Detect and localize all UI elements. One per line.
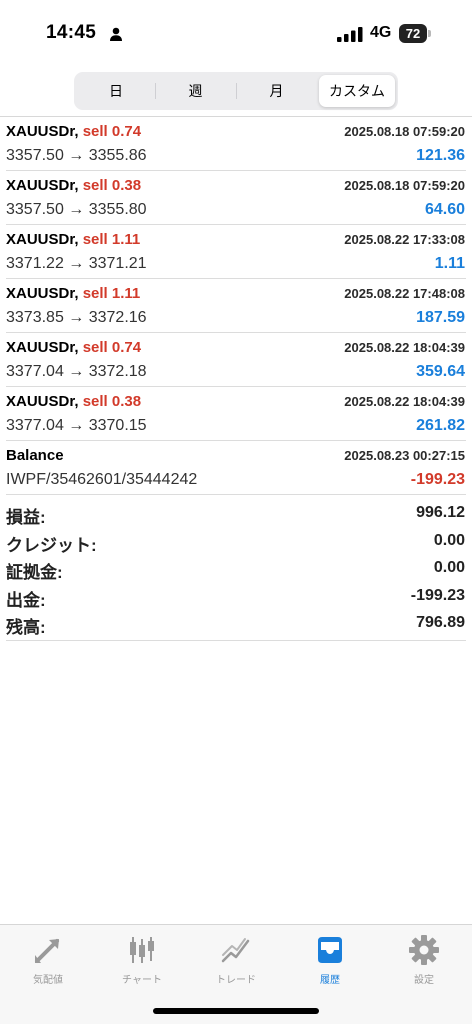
summary-section: 損益: 996.12 クレジット: 0.00 証拠金: 0.00 出金: -19… bbox=[0, 499, 472, 640]
status-time: 14:45 bbox=[46, 22, 97, 43]
trade-time: 2025.08.22 18:04:39 bbox=[344, 394, 465, 409]
trade-profit: 261.82 bbox=[416, 417, 465, 434]
trade-icon bbox=[221, 938, 250, 963]
trade-row[interactable]: XAUUSDr, sell 0.38 2025.08.22 18:04:39 3… bbox=[0, 387, 472, 441]
summary-label: 残高: bbox=[6, 618, 46, 637]
trade-symbol: XAUUSDr, sell 0.38 bbox=[6, 177, 142, 194]
network-label: 4G bbox=[370, 24, 392, 41]
signal-icon bbox=[337, 27, 363, 42]
trade-side: sell 0.74 bbox=[82, 339, 142, 356]
summary-label: 出金: bbox=[6, 590, 46, 610]
trade-prices: 3357.50 → 3355.86 bbox=[6, 147, 147, 164]
trade-side: sell 1.11 bbox=[82, 231, 141, 248]
summary-row-balance: 残高: 796.89 bbox=[0, 609, 472, 637]
trade-time: 2025.08.22 17:33:08 bbox=[344, 232, 465, 247]
summary-value: 0.00 bbox=[433, 559, 465, 576]
history-icon bbox=[318, 937, 342, 963]
status-bar: 14:45 4G 72 bbox=[0, 0, 472, 70]
trade-row[interactable]: XAUUSDr, sell 0.38 2025.08.18 07:59:20 3… bbox=[0, 171, 472, 225]
balance-amount: -199.23 bbox=[410, 471, 465, 488]
trade-prices: 3357.50 → 3355.80 bbox=[6, 201, 147, 218]
chart-icon bbox=[130, 937, 154, 963]
tab-month[interactable]: 月 bbox=[236, 75, 317, 107]
summary-value: -199.23 bbox=[410, 586, 465, 604]
trade-time: 2025.08.22 18:04:39 bbox=[344, 340, 465, 355]
tab-custom[interactable]: カスタム bbox=[319, 75, 395, 107]
balance-time: 2025.08.23 00:27:15 bbox=[344, 448, 465, 463]
summary-row-profit: 損益: 996.12 bbox=[0, 499, 472, 527]
tab-chart[interactable]: チャート bbox=[95, 931, 189, 991]
summary-divider bbox=[6, 640, 466, 641]
trade-symbol: XAUUSDr, sell 1.11 bbox=[6, 231, 141, 248]
person-icon bbox=[110, 27, 122, 41]
tab-label: チャート bbox=[122, 975, 162, 986]
trade-side: sell 0.38 bbox=[82, 393, 142, 410]
balance-label: Balance bbox=[6, 447, 64, 464]
trade-profit: 121.36 bbox=[416, 147, 465, 164]
trade-prices: 3371.22 → 3371.21 bbox=[6, 255, 147, 272]
balance-row[interactable]: Balance 2025.08.23 00:27:15 IWPF/3546260… bbox=[0, 441, 472, 495]
trade-side: sell 0.38 bbox=[82, 177, 142, 194]
summary-label: 証拠金: bbox=[6, 563, 63, 582]
battery-icon: 72 bbox=[399, 24, 431, 43]
summary-row-margin: 証拠金: 0.00 bbox=[0, 554, 472, 582]
tab-label: 設定 bbox=[414, 975, 434, 986]
history-list: XAUUSDr, sell 0.74 2025.08.18 07:59:20 3… bbox=[0, 117, 472, 495]
trade-side: sell 1.11 bbox=[82, 285, 141, 302]
trade-time: 2025.08.22 17:48:08 bbox=[344, 286, 465, 301]
quotes-icon bbox=[35, 939, 59, 963]
trade-profit: 187.59 bbox=[416, 309, 465, 326]
period-segmented-control: 日 週 月 カスタム bbox=[74, 72, 398, 110]
trade-profit: 1.11 bbox=[434, 255, 465, 272]
tab-label: トレード bbox=[216, 975, 256, 986]
trade-row[interactable]: XAUUSDr, sell 0.74 2025.08.18 07:59:20 3… bbox=[0, 117, 472, 171]
summary-value: 996.12 bbox=[416, 504, 465, 521]
home-indicator bbox=[153, 1008, 319, 1014]
trade-prices: 3377.04 → 3370.15 bbox=[6, 417, 147, 434]
trade-time: 2025.08.18 07:59:20 bbox=[344, 178, 465, 193]
trade-symbol: XAUUSDr, sell 1.11 bbox=[6, 285, 141, 302]
trade-symbol: XAUUSDr, sell 0.74 bbox=[6, 339, 142, 356]
tab-label: 履歴 bbox=[320, 975, 340, 986]
summary-row-credit: クレジット: 0.00 bbox=[0, 527, 472, 555]
summary-value: 796.89 bbox=[416, 614, 465, 631]
trade-prices: 3377.04 → 3372.18 bbox=[6, 363, 147, 380]
tab-week[interactable]: 週 bbox=[155, 75, 236, 107]
trade-profit: 359.64 bbox=[416, 363, 465, 380]
battery-level: 72 bbox=[399, 24, 427, 43]
trade-time: 2025.08.18 07:59:20 bbox=[344, 124, 465, 139]
settings-icon bbox=[409, 935, 439, 965]
tab-label: 気配値 bbox=[33, 975, 63, 986]
summary-label: クレジット: bbox=[6, 535, 97, 555]
trade-profit: 64.60 bbox=[424, 201, 465, 218]
tab-quotes[interactable]: 気配値 bbox=[1, 931, 95, 991]
summary-row-withdrawal: 出金: -199.23 bbox=[0, 582, 472, 610]
summary-value: 0.00 bbox=[433, 531, 465, 549]
trade-symbol: XAUUSDr, sell 0.38 bbox=[6, 393, 142, 410]
trade-side: sell 0.74 bbox=[82, 123, 142, 140]
tab-history[interactable]: 履歴 bbox=[283, 931, 377, 991]
trade-symbol: XAUUSDr, sell 0.74 bbox=[6, 123, 142, 140]
tab-trade[interactable]: トレード bbox=[189, 931, 283, 991]
tab-day[interactable]: 日 bbox=[77, 75, 155, 107]
trade-row[interactable]: XAUUSDr, sell 0.74 2025.08.22 18:04:39 3… bbox=[0, 333, 472, 387]
tab-settings[interactable]: 設定 bbox=[377, 931, 471, 991]
balance-comment: IWPF/35462601/35444242 bbox=[6, 471, 198, 488]
trade-row[interactable]: XAUUSDr, sell 1.11 2025.08.22 17:33:08 3… bbox=[0, 225, 472, 279]
trade-prices: 3373.85 → 3372.16 bbox=[6, 309, 147, 326]
summary-label: 損益: bbox=[6, 508, 46, 527]
trade-row[interactable]: XAUUSDr, sell 1.11 2025.08.22 17:48:08 3… bbox=[0, 279, 472, 333]
